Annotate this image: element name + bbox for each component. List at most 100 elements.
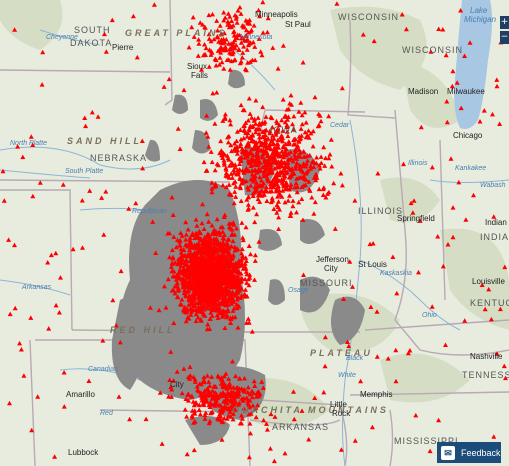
state-label-iowa: IOWA <box>270 125 298 135</box>
event-marker <box>339 182 345 188</box>
event-marker <box>179 297 185 302</box>
feedback-button[interactable]: ✉ Feedback <box>437 442 501 463</box>
river-label-cedar: Cedar <box>330 122 350 129</box>
event-marker <box>206 64 212 69</box>
event-marker <box>399 12 405 17</box>
event-marker <box>246 454 252 460</box>
event-marker <box>184 414 190 419</box>
event-marker <box>314 155 320 160</box>
event-marker <box>303 120 309 125</box>
event-marker <box>280 43 286 48</box>
event-marker <box>501 363 507 369</box>
event-marker <box>490 111 495 117</box>
event-marker <box>239 220 245 225</box>
event-marker <box>230 220 236 225</box>
region-label-plateau: PLATEAU <box>310 348 373 358</box>
event-marker <box>249 115 255 120</box>
event-marker <box>306 128 311 133</box>
event-marker <box>219 59 225 65</box>
event-marker <box>238 198 244 203</box>
event-marker <box>267 446 273 451</box>
event-marker <box>201 226 207 231</box>
river-label-osage: Osage <box>288 287 309 294</box>
event-marker <box>221 66 227 71</box>
event-marker <box>238 102 244 108</box>
event-marker <box>52 454 58 459</box>
event-marker <box>328 137 334 142</box>
river-label-white: White <box>338 372 356 379</box>
event-marker <box>403 26 409 32</box>
event-marker <box>312 94 318 100</box>
event-marker <box>358 378 364 384</box>
event-marker <box>228 121 234 127</box>
event-marker <box>339 85 345 91</box>
event-marker <box>202 42 207 47</box>
event-marker <box>226 182 232 187</box>
city-label-st-louis: St Louis <box>358 260 387 269</box>
event-marker <box>261 417 267 423</box>
event-marker <box>134 54 140 60</box>
event-marker <box>302 109 308 115</box>
event-marker <box>429 164 435 170</box>
event-marker <box>481 108 487 113</box>
event-marker <box>276 214 282 220</box>
event-marker <box>219 437 225 442</box>
event-marker <box>294 189 300 195</box>
event-marker <box>374 309 380 314</box>
river-label-republican: Republican <box>132 208 168 215</box>
event-marker <box>0 168 6 174</box>
event-marker <box>214 18 220 23</box>
city-label-pierre: Pierre <box>112 43 134 52</box>
event-marker <box>390 254 396 259</box>
event-marker <box>232 57 238 62</box>
event-marker <box>251 23 257 28</box>
event-marker <box>222 111 228 117</box>
event-marker <box>245 202 251 207</box>
event-marker <box>229 18 235 23</box>
event-marker <box>220 182 226 188</box>
event-marker <box>276 226 282 231</box>
map-view[interactable]: SOUTH DAKOTA WISCONSIN WISCONSIN IOWA NE… <box>0 0 509 466</box>
event-marker <box>250 205 256 210</box>
event-marker <box>6 237 12 242</box>
event-marker <box>445 242 451 247</box>
event-marker <box>61 404 67 409</box>
event-marker <box>20 154 26 160</box>
event-marker <box>309 195 315 200</box>
zoom-in-button[interactable]: + <box>500 16 509 29</box>
event-marker <box>458 8 464 13</box>
event-marker <box>206 144 212 149</box>
event-marker <box>37 180 43 185</box>
event-marker <box>230 359 235 364</box>
zoom-out-button[interactable]: − <box>500 31 509 44</box>
state-label-indiana: INDIANA <box>480 232 509 242</box>
event-marker <box>18 347 24 352</box>
event-marker <box>247 421 253 426</box>
event-marker <box>230 238 236 244</box>
event-marker <box>326 113 332 119</box>
event-marker <box>166 76 172 82</box>
city-label-milwaukee: Milwaukee <box>447 87 485 96</box>
event-marker <box>252 258 258 263</box>
region-label-sand-hills: SAND HILL <box>67 136 142 146</box>
event-marker <box>95 114 101 119</box>
city-label-louisville: Louisville <box>472 277 505 286</box>
event-marker <box>150 219 156 224</box>
event-marker <box>201 159 207 165</box>
event-marker <box>271 458 277 464</box>
event-marker <box>260 0 266 5</box>
event-marker <box>186 44 192 50</box>
event-marker <box>170 212 176 217</box>
event-marker <box>82 115 88 120</box>
event-marker <box>48 252 54 258</box>
region-label-red-hills: RED HILL <box>110 325 176 335</box>
event-marker <box>293 180 299 186</box>
river-label-canadian: Canadian <box>88 366 118 373</box>
event-marker <box>262 119 268 124</box>
event-marker <box>29 427 35 433</box>
event-marker <box>327 152 333 157</box>
water-label-lake-michigan-2: Michigan <box>464 15 497 24</box>
event-marker <box>247 111 253 116</box>
event-marker <box>204 373 210 378</box>
event-marker <box>214 161 220 166</box>
